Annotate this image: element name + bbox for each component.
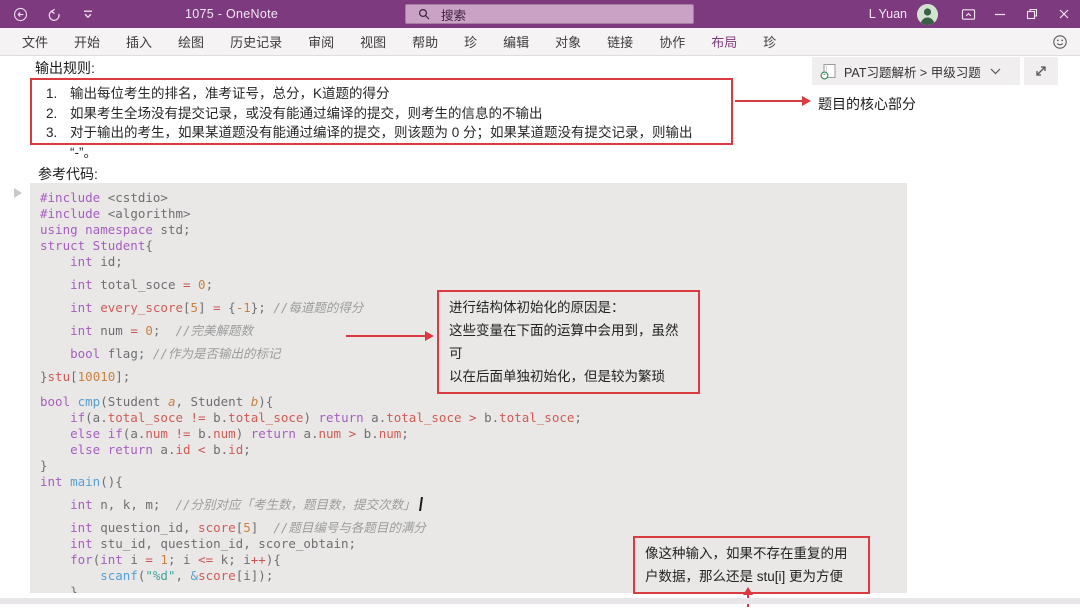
ribbon-tab-历史记录-4[interactable]: 历史记录 xyxy=(217,28,295,55)
paragraph-handle-icon[interactable] xyxy=(14,188,22,198)
code-line: struct Student{ xyxy=(40,238,907,254)
rule-item: 3.对于输出的考生，如果某道题没有能通过编译的提交，则该题为 0 分；如果某道题… xyxy=(46,123,721,162)
struct-annotation-box: 进行结构体初始化的原因是：这些变量在下面的运算中会用到，虽然可以在后面单独初始化… xyxy=(437,290,700,394)
user-name[interactable]: L Yuan xyxy=(869,7,907,21)
undo-icon[interactable] xyxy=(46,6,62,22)
annotation-line: 像这种输入，如果不存在重复的用 xyxy=(645,542,858,565)
text-cursor xyxy=(419,497,423,511)
code-line: #include <cstdio> xyxy=(40,190,907,206)
chevron-down-icon xyxy=(990,68,1001,75)
rule-item: 1.输出每位考生的排名，准考证号，总分，K道题的得分 xyxy=(46,84,721,104)
breadcrumb-path: PAT习题解析 > 甲级习题 xyxy=(844,62,981,81)
ribbon-tab-协作-12[interactable]: 协作 xyxy=(646,28,698,55)
rules-heading: 输出规则: xyxy=(35,58,95,78)
input-annotation-box: 像这种输入，如果不存在重复的用户数据，那么还是 stu[i] 更为方便 xyxy=(633,536,870,594)
ribbon-tab-布局-13[interactable]: 布局 xyxy=(698,28,750,55)
code-line: int main(){ xyxy=(40,474,907,490)
ribbon-tab-绘图-3[interactable]: 绘图 xyxy=(165,28,217,55)
annotation-line: 进行结构体初始化的原因是： xyxy=(449,296,688,319)
annotation-line: 这些变量在下面的运算中会用到，虽然可 xyxy=(449,319,688,365)
titlebar: 1075 - OneNote 搜索 L Yuan xyxy=(0,0,1080,28)
ribbon-tab-编辑-9[interactable]: 编辑 xyxy=(490,28,542,55)
code-line: } xyxy=(40,458,907,474)
expand-page-icon[interactable] xyxy=(1024,57,1058,85)
ribbon: 文件开始插入绘图历史记录审阅视图帮助珍编辑对象链接协作布局珍 xyxy=(0,28,1080,56)
search-icon xyxy=(416,6,432,22)
arrowhead-input xyxy=(743,587,753,595)
core-annotation-label: 题目的核心部分 xyxy=(818,94,916,114)
ribbon-tab-插入-2[interactable]: 插入 xyxy=(113,28,165,55)
ribbon-tab-对象-10[interactable]: 对象 xyxy=(542,28,594,55)
search-placeholder: 搜索 xyxy=(441,5,466,24)
restore-button[interactable] xyxy=(1016,0,1048,28)
ribbon-tab-开始-1[interactable]: 开始 xyxy=(61,28,113,55)
code-line: int id; xyxy=(40,254,907,270)
rules-annotation-box: 1.输出每位考生的排名，准考证号，总分，K道题的得分2.如果考生全场没有提交记录… xyxy=(30,78,733,145)
rule-item: 2.如果考生全场没有提交记录，或没有能通过编译的提交，则考生的信息的不输出 xyxy=(46,104,721,124)
ribbon-tab-视图-6[interactable]: 视图 xyxy=(347,28,399,55)
annotation-line: 户数据，那么还是 stu[i] 更为方便 xyxy=(645,565,858,588)
code-line: else if(a.num != b.num) return a.num > b… xyxy=(40,426,907,442)
code-line: int n, k, m; //分别对应「考生数，题目数，提交次数」 xyxy=(40,497,907,513)
code-line: #include <algorithm> xyxy=(40,206,907,222)
ribbon-tab-帮助-7[interactable]: 帮助 xyxy=(399,28,451,55)
code-line: bool cmp(Student a, Student b){ xyxy=(40,394,907,410)
quick-access-customize-icon[interactable] xyxy=(80,6,96,22)
feedback-smiley-icon[interactable] xyxy=(1052,34,1068,55)
ribbon-display-options-icon[interactable] xyxy=(952,0,984,28)
ribbon-tabs: 文件开始插入绘图历史记录审阅视图帮助珍编辑对象链接协作布局珍 xyxy=(9,28,789,55)
ribbon-tab-审阅-5[interactable]: 审阅 xyxy=(295,28,347,55)
annotation-line: 以在后面单独初始化，但是较为繁琐 xyxy=(449,365,688,388)
code-heading: 参考代码: xyxy=(38,164,98,184)
breadcrumb[interactable]: PAT习题解析 > 甲级习题 xyxy=(812,57,1020,85)
ribbon-tab-文件-0[interactable]: 文件 xyxy=(9,28,61,55)
arrow-line-struct xyxy=(346,335,426,337)
code-line: using namespace std; xyxy=(40,222,907,238)
arrowhead-core xyxy=(802,96,811,106)
window-title: 1075 - OneNote xyxy=(185,0,278,28)
page-content: 输出规则: 1.输出每位考生的排名，准考证号，总分，K道题的得分2.如果考生全场… xyxy=(0,56,1080,607)
ribbon-tab-珍-14[interactable]: 珍 xyxy=(750,28,789,55)
arrowhead-struct xyxy=(425,331,434,341)
avatar[interactable] xyxy=(917,4,938,25)
minimize-button[interactable] xyxy=(984,0,1016,28)
search-input[interactable]: 搜索 xyxy=(405,4,694,24)
arrow-line-core xyxy=(735,100,803,102)
code-line: int question_id, score[5] //题目编号与各题目的满分 xyxy=(40,520,907,536)
ribbon-tab-链接-11[interactable]: 链接 xyxy=(594,28,646,55)
notebook-sync-icon xyxy=(820,63,837,80)
back-icon[interactable] xyxy=(12,6,28,22)
bottom-edge-strip xyxy=(0,598,1080,604)
close-button[interactable] xyxy=(1048,0,1080,28)
ribbon-tab-珍-8[interactable]: 珍 xyxy=(451,28,490,55)
code-line: else return a.id < b.id; xyxy=(40,442,907,458)
code-line: if(a.total_soce != b.total_soce) return … xyxy=(40,410,907,426)
